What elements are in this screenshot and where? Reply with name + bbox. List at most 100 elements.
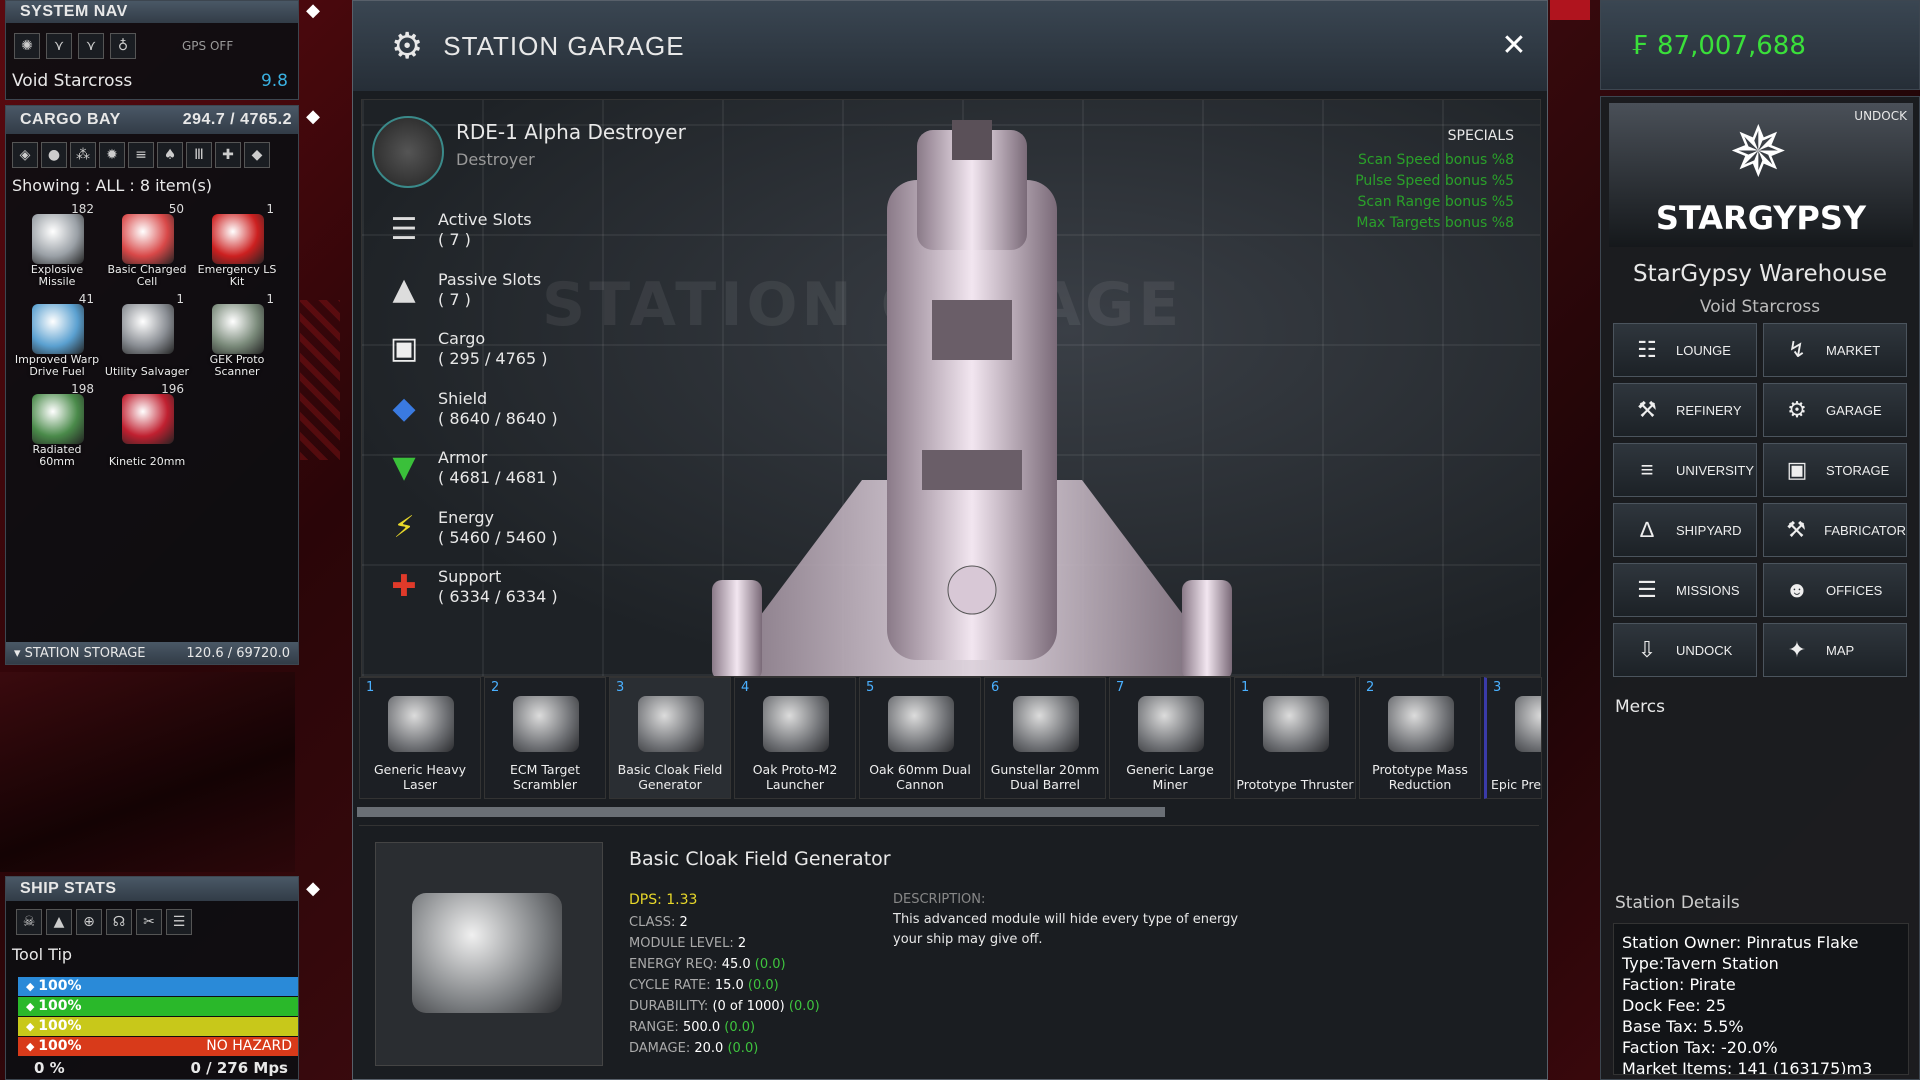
station-storage-bar[interactable]: ▾ STATION STORAGE 120.6 / 69720.0 bbox=[6, 642, 298, 664]
module-slot[interactable]: 3 Basic Cloak Field Generator bbox=[609, 677, 731, 799]
station-nav-shipyard[interactable]: ∆ SHIPYARD bbox=[1613, 503, 1757, 557]
module-detail-key: CLASS: bbox=[629, 915, 676, 930]
filter-modules-icon[interactable]: ⁂ bbox=[70, 142, 96, 168]
cargo-item[interactable]: 50 Basic Charged Cell bbox=[104, 202, 190, 288]
station-nav-university[interactable]: ≡ UNIVERSITY bbox=[1613, 443, 1757, 497]
station-storage-value: 120.6 / 69720.0 bbox=[186, 645, 290, 661]
module-slot[interactable]: 5 Oak 60mm Dual Cannon bbox=[859, 677, 981, 799]
network-icon[interactable]: ⋎ bbox=[46, 33, 72, 59]
cargo-item[interactable]: 1 Emergency LS Kit bbox=[194, 202, 280, 288]
target-icon[interactable]: ✺ bbox=[14, 33, 40, 59]
filter-stack-icon[interactable]: ≡ bbox=[128, 142, 154, 168]
ship-stat-value: ( 295 / 4765 ) bbox=[438, 349, 548, 368]
module-slot[interactable]: 4 Oak Proto-M2 Launcher bbox=[734, 677, 856, 799]
ship-stat-value: 100% bbox=[38, 1038, 82, 1054]
market-icon: ↯ bbox=[1787, 337, 1807, 362]
station-nav-map[interactable]: ✦ MAP bbox=[1763, 623, 1907, 677]
module-dps: DPS: 1.33 bbox=[629, 892, 698, 908]
ship-icon[interactable]: ▲ bbox=[46, 909, 72, 935]
module-detail-row: ENERGY REQ: 45.0 (0.0) bbox=[629, 954, 820, 975]
module-slot[interactable]: 2 ECM Target Scrambler bbox=[484, 677, 606, 799]
cargo-item[interactable]: 198 Radiated 60mm bbox=[14, 382, 100, 468]
ship-stat-value: 100% bbox=[38, 1018, 82, 1034]
module-slot[interactable]: 6 Gunstellar 20mm Dual Barrel bbox=[984, 677, 1106, 799]
station-nav-fabricator[interactable]: ⚒ FABRICATOR bbox=[1763, 503, 1907, 557]
module-slot[interactable]: 2 Prototype Mass Reduction bbox=[1359, 677, 1481, 799]
collapse-arrow-icon[interactable]: ◆ bbox=[302, 878, 324, 900]
cargo-item-qty: 1 bbox=[176, 292, 184, 306]
scan-icon[interactable]: ☊ bbox=[106, 909, 132, 935]
module-detail-value: 45.0 bbox=[721, 957, 751, 972]
module-detail-bonus: (0.0) bbox=[724, 1020, 756, 1035]
map-icon: ✦ bbox=[1787, 637, 1807, 662]
module-name: Generic Large Miner bbox=[1126, 762, 1214, 792]
special-bonus: Scan Speed bonus %8 bbox=[1358, 152, 1514, 168]
cargo-item-icon bbox=[122, 214, 174, 264]
cargo-item[interactable]: 1 Utility Salvager bbox=[104, 292, 190, 378]
filter-tech-icon[interactable]: ✹ bbox=[99, 142, 125, 168]
ship-class: Destroyer bbox=[456, 150, 535, 169]
collapse-arrow-icon[interactable]: ◆ bbox=[302, 0, 324, 22]
filter-ship-icon[interactable]: ♠ bbox=[157, 142, 183, 168]
cargo-item[interactable]: 182 Explosive Missile bbox=[14, 202, 100, 288]
cargo-item[interactable]: 41 Improved Warp Drive Fuel bbox=[14, 292, 100, 378]
station-nav-storage[interactable]: ▣ STORAGE bbox=[1763, 443, 1907, 497]
module-slot[interactable]: 7 Generic Large Miner bbox=[1109, 677, 1231, 799]
skull-icon[interactable]: ☠ bbox=[16, 909, 42, 935]
module-slot-number: 1 bbox=[1241, 680, 1250, 695]
module-icon bbox=[1013, 696, 1079, 752]
module-detail-key: RANGE: bbox=[629, 1020, 679, 1035]
filter-ore-icon[interactable]: ● bbox=[41, 142, 67, 168]
collapse-arrow-icon[interactable]: ◆ bbox=[302, 106, 324, 128]
module-scrollbar[interactable] bbox=[357, 807, 1165, 817]
cargo-item[interactable]: 1 GEK Proto Scanner bbox=[194, 292, 280, 378]
cargo-item-icon bbox=[32, 214, 84, 264]
energy-icon: ⚡ bbox=[393, 509, 415, 545]
station-nav-undock[interactable]: ⇩ UNDOCK bbox=[1613, 623, 1757, 677]
system-nav-panel: SYSTEM NAV ✺ ⋎ ⋎ ♁ GPS OFF Void Starcros… bbox=[5, 0, 299, 100]
filter-misc-icon[interactable]: ◆ bbox=[244, 142, 270, 168]
stargypsy-logo-icon: ✵ bbox=[1729, 111, 1788, 193]
plus-circle-icon[interactable]: ⊕ bbox=[76, 909, 102, 935]
station-nav-garage[interactable]: ⚙ GARAGE bbox=[1763, 383, 1907, 437]
module-name: Prototype Mass Reduction bbox=[1372, 762, 1468, 792]
shield-icon: ◆ bbox=[26, 980, 39, 993]
cargo-item-name: Utility Salvager bbox=[104, 365, 190, 378]
module-detail-image bbox=[375, 842, 603, 1066]
filter-support-icon[interactable]: ✚ bbox=[215, 142, 241, 168]
module-slot-number: 2 bbox=[491, 680, 500, 695]
station-nav-missions[interactable]: ☰ MISSIONS bbox=[1613, 563, 1757, 617]
ship-model[interactable] bbox=[672, 120, 1272, 677]
filter-ammo-icon[interactable]: Ⅲ bbox=[186, 142, 212, 168]
cargo-bay-header: CARGO BAY 294.7 / 4765.2 bbox=[6, 106, 298, 134]
module-slot[interactable]: 3 Epic Prer Th bbox=[1484, 677, 1542, 799]
station-nav-market[interactable]: ↯ MARKET bbox=[1763, 323, 1907, 377]
garage-title-bar: ⚙ STATION GARAGE bbox=[353, 1, 1547, 91]
station-nav-lounge[interactable]: ☷ LOUNGE bbox=[1613, 323, 1757, 377]
ship-stat-row: ▼ Armor( 4681 / 4681 ) bbox=[384, 448, 557, 488]
ship-stat-label: Support bbox=[438, 567, 502, 586]
station-nav-label: UNDOCK bbox=[1676, 642, 1733, 658]
support-icon: ◆ bbox=[26, 1040, 39, 1053]
module-slot[interactable]: 1 Generic Heavy Laser bbox=[359, 677, 481, 799]
close-button[interactable]: ✕ bbox=[1499, 31, 1529, 61]
filter-all-icon[interactable]: ◈ bbox=[12, 142, 38, 168]
ship-stat-value: ( 5460 / 5460 ) bbox=[438, 527, 558, 547]
undock-top-button[interactable]: UNDOCK bbox=[1854, 109, 1907, 123]
module-name: Oak 60mm Dual Cannon bbox=[869, 762, 971, 792]
station-nav-offices[interactable]: ☻ OFFICES bbox=[1763, 563, 1907, 617]
module-slot-number: 3 bbox=[1493, 680, 1502, 695]
station-nav-refinery[interactable]: ⚒ REFINERY bbox=[1613, 383, 1757, 437]
route-icon[interactable]: ⋎ bbox=[78, 33, 104, 59]
storage-icon: ▣ bbox=[1786, 457, 1808, 482]
tools-icon[interactable]: ✂ bbox=[136, 909, 162, 935]
beacon-icon[interactable]: ♁ bbox=[110, 33, 136, 59]
ship-stat-label: Armor bbox=[438, 448, 488, 467]
list-icon[interactable]: ☰ bbox=[166, 909, 192, 935]
module-detail-row: MODULE LEVEL: 2 bbox=[629, 933, 820, 954]
module-slot[interactable]: 1 Prototype Thruster bbox=[1234, 677, 1356, 799]
cargo-item[interactable]: 196 Kinetic 20mm bbox=[104, 382, 190, 468]
ship-stat-bar: ◆ 100% bbox=[18, 977, 298, 996]
cargo-item-name: Improved Warp Drive Fuel bbox=[14, 353, 100, 378]
cargo-item-qty: 50 bbox=[168, 202, 184, 216]
